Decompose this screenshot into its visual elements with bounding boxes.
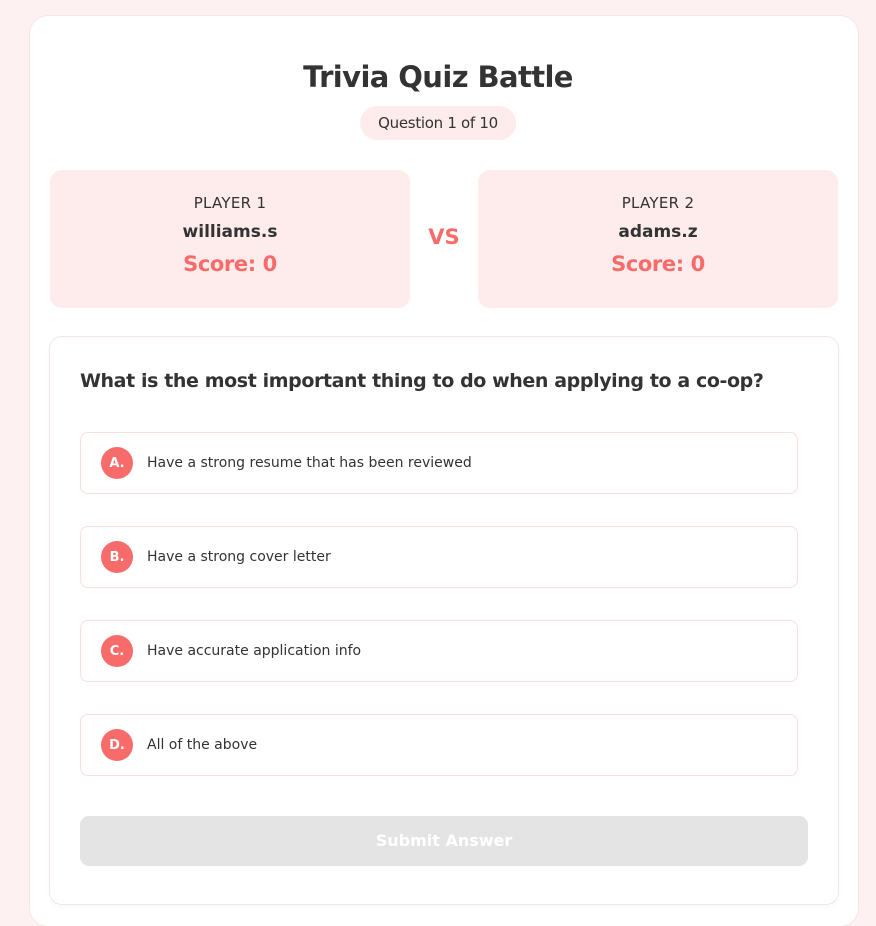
answer-option-b[interactable]: B. Have a strong cover letter — [80, 526, 798, 588]
option-text: Have a strong cover letter — [147, 549, 331, 565]
option-letter-badge: D. — [101, 729, 133, 761]
player-1-label: PLAYER 1 — [193, 194, 267, 212]
player-2-score: Score: 0 — [611, 252, 705, 276]
player-1-score: Score: 0 — [183, 252, 277, 276]
player-2-name: adams.z — [618, 222, 698, 242]
answer-option-a[interactable]: A. Have a strong resume that has been re… — [80, 432, 798, 494]
question-text: What is the most important thing to do w… — [80, 370, 764, 392]
submit-answer-button[interactable]: Submit Answer — [80, 816, 808, 866]
option-text: Have accurate application info — [147, 643, 362, 659]
answer-option-c[interactable]: C. Have accurate application info — [80, 620, 798, 682]
player-1-name: williams.s — [182, 222, 278, 242]
option-text: Have a strong resume that has been revie… — [147, 455, 472, 471]
option-letter-badge: B. — [101, 541, 133, 573]
player-2-label: PLAYER 2 — [621, 194, 695, 212]
option-letter-badge: C. — [101, 635, 133, 667]
question-counter-badge: Question 1 of 10 — [360, 106, 516, 140]
versus-label: VS — [428, 225, 460, 249]
option-letter-badge: A. — [101, 447, 133, 479]
page-title: Trivia Quiz Battle — [303, 60, 573, 94]
option-text: All of the above — [147, 737, 258, 753]
player-2-card: PLAYER 2 adams.z Score: 0 — [478, 170, 838, 308]
answer-option-d[interactable]: D. All of the above — [80, 714, 798, 776]
player-1-card: PLAYER 1 williams.s Score: 0 — [50, 170, 410, 308]
